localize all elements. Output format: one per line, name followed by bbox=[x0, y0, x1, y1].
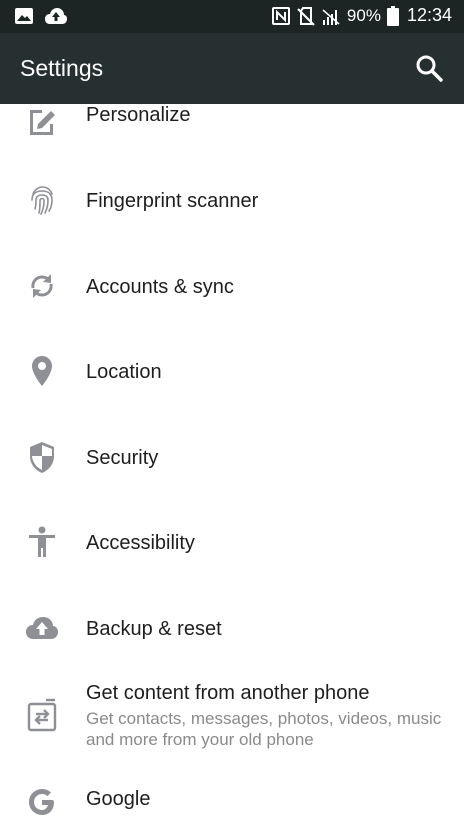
page-title: Settings bbox=[20, 55, 104, 81]
settings-item-accounts-sync[interactable]: Accounts & sync bbox=[0, 250, 464, 322]
cloud-upload-notification-icon bbox=[44, 7, 68, 25]
personalize-icon bbox=[24, 104, 60, 138]
settings-item-label: Backup & reset bbox=[86, 618, 222, 640]
settings-item-fingerprint[interactable]: Fingerprint scanner bbox=[0, 164, 464, 236]
settings-item-label: Fingerprint scanner bbox=[86, 190, 259, 212]
sync-icon bbox=[24, 268, 60, 304]
settings-item-location[interactable]: Location bbox=[0, 335, 464, 407]
transfer-icon bbox=[24, 698, 60, 734]
settings-item-label: Accounts & sync bbox=[86, 276, 234, 298]
settings-item-accessibility[interactable]: Accessibility bbox=[0, 506, 464, 578]
app-bar: Settings bbox=[0, 33, 464, 104]
settings-item-label: Personalize bbox=[86, 104, 191, 126]
settings-item-backup-reset[interactable]: Backup & reset bbox=[0, 592, 464, 664]
fingerprint-icon bbox=[24, 182, 60, 218]
settings-item-label: Google bbox=[86, 788, 151, 810]
settings-list: Personalize Fingerprint scanner Accounts… bbox=[0, 104, 464, 825]
settings-item-label: Location bbox=[86, 361, 162, 383]
clock: 12:34 bbox=[406, 5, 452, 25]
settings-item-get-content[interactable]: Get content from another phone Get conta… bbox=[0, 672, 464, 762]
no-signal-icon bbox=[321, 6, 341, 26]
battery-icon bbox=[386, 5, 399, 26]
status-bar: 90% 12:34 bbox=[0, 0, 464, 33]
settings-item-sublabel: Get contacts, messages, photos, videos, … bbox=[86, 709, 442, 749]
settings-item-label: Accessibility bbox=[86, 532, 195, 554]
settings-item-label: Security bbox=[86, 447, 159, 469]
search-button[interactable] bbox=[414, 53, 444, 83]
image-icon bbox=[14, 7, 34, 25]
settings-item-security[interactable]: Security bbox=[0, 421, 464, 493]
cloud-upload-icon bbox=[24, 610, 60, 646]
settings-item-label: Get content from another phone bbox=[86, 682, 370, 704]
location-pin-icon bbox=[24, 353, 60, 389]
nfc-icon bbox=[271, 6, 291, 26]
battery-percentage: 90% bbox=[346, 5, 381, 25]
settings-item-personalize[interactable]: Personalize bbox=[0, 104, 464, 156]
shield-icon bbox=[24, 439, 60, 475]
no-sim-icon bbox=[297, 6, 315, 26]
search-icon bbox=[414, 53, 444, 83]
accessibility-icon bbox=[24, 524, 60, 560]
settings-item-google[interactable]: Google bbox=[0, 762, 464, 825]
google-icon bbox=[24, 784, 60, 820]
